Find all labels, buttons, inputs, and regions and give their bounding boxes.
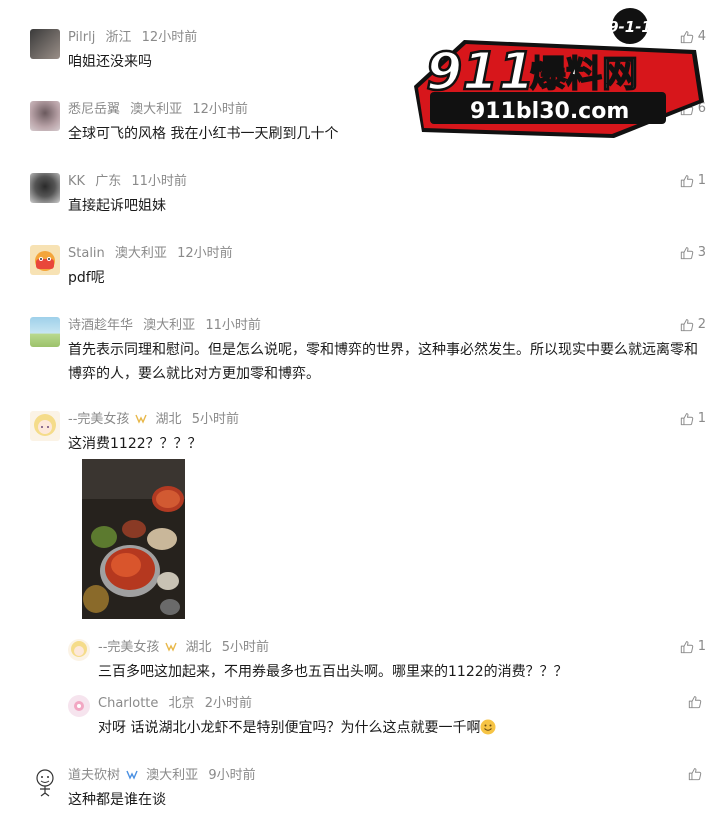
timestamp: 9小时前 <box>208 768 256 783</box>
like-button[interactable]: 2 <box>680 317 706 333</box>
username[interactable]: 悉尼岳翼 <box>68 102 120 117</box>
like-count: 1 <box>697 639 706 654</box>
comment-meta: 诗酒趁年华 澳大利亚 11小时前 <box>68 317 267 335</box>
comment-meta: --完美女孩 湖北 5小时前 <box>68 411 245 429</box>
region: 北京 <box>168 696 195 711</box>
region: 湖北 <box>185 640 212 655</box>
region: 浙江 <box>105 30 132 45</box>
like-button[interactable]: 3 <box>680 245 706 261</box>
comment-text: 这种都是谁在谈 <box>68 792 166 808</box>
flower-avatar-icon <box>74 701 84 711</box>
username[interactable]: KK <box>68 174 85 189</box>
like-count: 1 <box>697 411 706 426</box>
reply-text: 三百多吧这加起来，不用券最多也五百出头啊。哪里来的1122的消费？？？ <box>98 664 568 680</box>
thumbs-up-icon <box>688 768 702 781</box>
region: 湖北 <box>155 412 182 427</box>
username[interactable]: --完美女孩 <box>98 640 159 655</box>
logo-main-text: 911 <box>426 42 535 102</box>
timestamp: 5小时前 <box>191 412 239 427</box>
like-count: 3 <box>697 245 706 260</box>
region: 澳大利亚 <box>130 102 183 117</box>
timestamp: 11小时前 <box>131 174 187 189</box>
timestamp: 12小时前 <box>177 246 233 261</box>
reply-text-content: 对呀 话说湖北小龙虾不是特别便宜吗？为什么这点就要一千啊 <box>98 720 481 736</box>
avatar[interactable] <box>30 411 60 441</box>
like-button[interactable]: 1 <box>680 411 706 427</box>
timestamp: 12小时前 <box>141 30 198 45</box>
username[interactable]: Stalin <box>68 246 105 261</box>
thumbs-up-icon <box>680 319 693 332</box>
avatar[interactable] <box>30 767 60 797</box>
thumbs-up-icon <box>680 175 693 188</box>
timestamp: 5小时前 <box>221 640 269 655</box>
logo-badge-text: 9-1-1 <box>608 18 652 36</box>
comment-meta: Pilrlj 浙江 12小时前 <box>68 29 203 47</box>
vip-badge-icon <box>135 414 148 424</box>
cartoon-avatar-icon <box>35 251 55 271</box>
reply-meta: Charlotte 北京 2小时前 <box>98 695 258 713</box>
like-count: 1 <box>697 173 706 188</box>
comment-text: 直接起诉吧姐妹 <box>68 198 166 214</box>
username[interactable]: 道夫砍树 <box>68 768 120 783</box>
thumbs-up-icon <box>680 247 693 260</box>
avatar[interactable] <box>30 173 60 203</box>
comment-text: 这消费1122？？？？ <box>68 436 202 452</box>
avatar[interactable] <box>68 695 90 717</box>
logo-url-text: 911bl30.com <box>470 99 629 124</box>
logo-cn-text: 爆料网 <box>530 54 638 95</box>
avatar[interactable] <box>68 639 90 661</box>
comment-text: pdf呢 <box>68 270 105 286</box>
like-button[interactable]: 1 <box>680 173 706 189</box>
like-button[interactable]: 1 <box>680 639 706 655</box>
anime-girl-avatar-icon <box>71 641 87 657</box>
comment-meta: 悉尼岳翼 澳大利亚 12小时前 <box>68 101 254 119</box>
like-button[interactable] <box>688 767 706 781</box>
comment-photo[interactable] <box>82 459 185 619</box>
reply-meta: --完美女孩 湖北 5小时前 <box>98 639 275 657</box>
username[interactable]: Charlotte <box>98 696 158 711</box>
doodle-avatar-icon <box>36 769 54 797</box>
username[interactable]: 诗酒趁年华 <box>68 318 133 333</box>
avatar[interactable] <box>30 29 60 59</box>
like-button[interactable] <box>688 695 706 709</box>
watermark-logo: 911 爆料网 911bl30.com 9-1-1 <box>404 6 708 144</box>
avatar[interactable] <box>30 245 60 275</box>
timestamp: 12小时前 <box>192 102 248 117</box>
region: 澳大利亚 <box>146 768 199 783</box>
reply-text: 对呀 话说湖北小龙虾不是特别便宜吗？为什么这点就要一千啊 <box>98 716 698 740</box>
smile-emoji-icon <box>480 719 496 735</box>
region: 澳大利亚 <box>143 318 196 333</box>
avatar[interactable] <box>30 101 60 131</box>
like-count: 2 <box>697 317 706 332</box>
username[interactable]: Pilrlj <box>68 30 95 45</box>
thumbs-up-icon <box>680 413 693 426</box>
comment-meta: Stalin 澳大利亚 12小时前 <box>68 245 239 263</box>
comment-text: 首先表示同理和慰问。但是怎么说呢，零和博弈的世界，这种事必然发生。所以现实中要么… <box>68 342 698 382</box>
anime-girl-avatar-icon <box>34 414 56 436</box>
timestamp: 11小时前 <box>205 318 261 333</box>
timestamp: 2小时前 <box>204 696 252 711</box>
food-photo-icon <box>82 459 185 619</box>
comment-meta: KK 广东 11小时前 <box>68 173 193 191</box>
thumbs-up-icon <box>688 696 702 709</box>
thumbs-up-icon <box>680 641 693 654</box>
avatar[interactable] <box>30 317 60 347</box>
region: 澳大利亚 <box>114 246 167 261</box>
vip-badge-icon <box>165 642 178 652</box>
vip-badge-icon <box>126 770 138 780</box>
comment-meta: 道夫砍树 澳大利亚 9小时前 <box>68 767 262 785</box>
region: 广东 <box>95 174 122 189</box>
username[interactable]: --完美女孩 <box>68 412 129 427</box>
